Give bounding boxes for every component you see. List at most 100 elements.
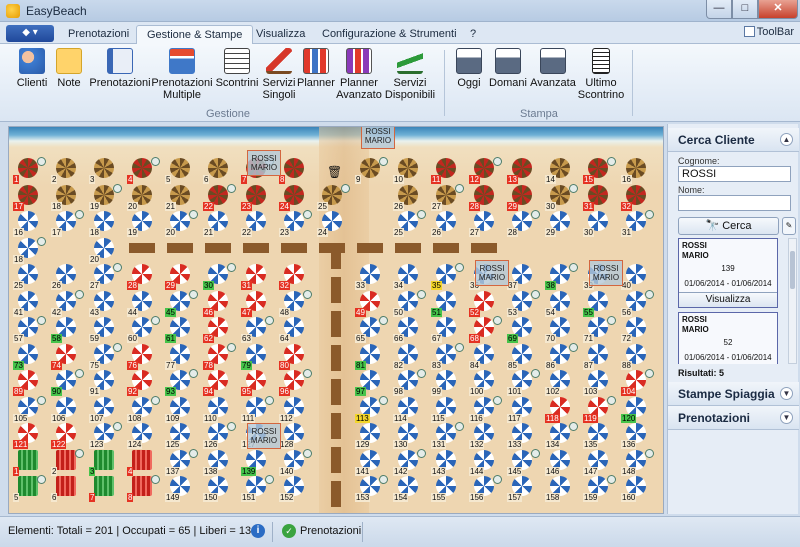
beach-spot[interactable]: 20 [163,210,201,237]
beach-spot[interactable]: 84 [467,343,505,370]
beach-spot[interactable]: 33 [353,263,391,290]
chevron-up-icon[interactable]: ▲ [780,133,793,146]
status-prenotazioni[interactable]: Prenotazioni [300,525,361,537]
beach-spot[interactable]: 63 [239,316,277,343]
beach-spot[interactable]: 99 [429,369,467,396]
beach-spot[interactable]: 23 [239,184,277,211]
beach-spot[interactable]: 7 [87,475,125,502]
beach-spot[interactable]: 28 [467,184,505,211]
beach-spot[interactable]: 37 [505,263,543,290]
beach-spot[interactable]: 50 [391,289,429,317]
beach-spot[interactable]: 19 [125,210,163,237]
beach-spot[interactable]: 12 [467,157,505,184]
info-icon[interactable]: i [251,524,265,538]
beach-spot[interactable]: 89 [11,369,49,396]
results-scrollbar[interactable] [788,238,797,364]
beach-spot[interactable]: 110 [201,396,239,423]
beach-spot[interactable]: 160 [619,475,657,502]
beach-spot[interactable]: 125 [163,422,201,449]
beach-spot[interactable]: 126 [201,422,239,449]
beach-spot[interactable]: 79 [239,343,277,370]
beach-spot[interactable]: 29 [505,184,543,211]
beach-spot[interactable]: 121 [11,422,49,449]
beach-spot[interactable]: 113 [353,395,391,423]
beach-spot[interactable]: 67 [429,316,467,343]
beach-spot[interactable]: 9 [353,157,391,184]
beach-spot[interactable]: 78 [201,342,239,370]
cerca-cliente-header[interactable]: Cerca Cliente ▲ [668,128,799,152]
beach-spot[interactable]: 31 [619,210,657,237]
beach-spot[interactable]: 85 [505,343,543,370]
beach-spot[interactable]: 81 [353,343,391,370]
beach-spot[interactable]: 5 [163,157,201,184]
beach-spot[interactable]: 25 [391,210,429,237]
beach-spot[interactable]: 57 [11,316,49,343]
beach-spot[interactable]: 22 [239,210,277,237]
chevron-down-icon[interactable]: ▼ [780,411,793,424]
beach-spot[interactable]: 93 [163,369,201,396]
beach-spot[interactable]: 123 [87,422,125,449]
beach-spot[interactable]: 119 [581,395,619,423]
clear-search-button[interactable]: ✎ [782,217,796,235]
tab-configurazione-strumenti[interactable]: Configurazione & Strumenti [312,25,467,44]
beach-spot[interactable]: 40 [619,263,657,290]
beach-spot[interactable]: 17 [49,210,87,237]
beach-spot[interactable]: 122 [49,422,87,449]
beach-spot[interactable]: 18 [49,184,87,211]
beach-spot[interactable]: 60 [125,316,163,343]
beach-spot[interactable]: 143 [429,449,467,476]
beach-spot[interactable]: 105 [11,395,49,423]
planner-avanzato-button[interactable]: Planner Avanzato [334,48,384,101]
beach-spot[interactable]: 137 [163,448,201,476]
beach-spot[interactable]: 56 [619,289,657,317]
beach-spot[interactable]: 120 [619,396,657,423]
beach-spot[interactable]: 130 [391,422,429,449]
beach-spot[interactable]: 135 [581,422,619,449]
beach-spot[interactable]: 108 [125,395,163,423]
beach-spot[interactable]: 75 [87,342,125,370]
beach-spot[interactable]: 152 [277,475,315,502]
beach-spot[interactable]: 128 [277,422,315,449]
beach-spot[interactable]: 54 [543,290,581,317]
beach-spot[interactable]: 66 [391,316,429,343]
beach-spot[interactable]: 157 [505,475,543,502]
beach-spot[interactable]: 115 [429,396,467,423]
beach-spot[interactable]: 55 [581,290,619,317]
beach-spot[interactable]: 53 [505,289,543,317]
beach-spot[interactable]: 29 [543,210,581,237]
beach-spot[interactable]: 62 [201,316,239,343]
beach-spot[interactable]: 58 [49,316,87,343]
beach-spot[interactable]: 13 [505,157,543,184]
beach-spot[interactable]: 124 [125,422,163,449]
name-input[interactable] [678,195,791,211]
beach-spot[interactable]: 96 [277,369,315,396]
beach-spot[interactable]: 1 [11,449,49,476]
customer-tag[interactable]: ROSSI MARIO [589,260,623,286]
beach-spot[interactable]: 31 [581,184,619,211]
search-button[interactable]: 🔭 Cerca [678,217,779,235]
tab-prenotazioni[interactable]: Prenotazioni [58,25,139,44]
beach-spot[interactable]: 2 [49,157,87,184]
beach-spot[interactable]: 69 [505,316,543,343]
beach-spot[interactable]: 4 [125,449,163,476]
beach-spot[interactable]: 18 [11,236,49,264]
customer-tag[interactable]: ROSSI MARIO [475,260,509,286]
beach-spot[interactable]: 103 [581,369,619,396]
beach-spot[interactable]: 31 [239,263,277,290]
beach-spot[interactable]: 145 [505,448,543,476]
beach-spot[interactable]: 134 [543,422,581,449]
beach-spot[interactable]: 76 [125,343,163,370]
minimize-button[interactable]: — [706,0,732,19]
beach-spot[interactable]: 27 [429,183,467,211]
beach-spot[interactable]: 97 [353,369,391,396]
beach-spot[interactable]: 59 [87,316,125,343]
beach-spot[interactable]: 118 [543,396,581,423]
beach-spot[interactable]: 30 [581,210,619,237]
beach-spot[interactable]: 138 [201,449,239,476]
beach-spot[interactable]: 141 [353,449,391,476]
beach-spot[interactable]: 140 [277,448,315,476]
application-menu-button[interactable]: ◆ ▾ [6,25,54,42]
beach-spot[interactable]: 52 [467,290,505,317]
beach-spot[interactable]: 104 [619,369,657,396]
beach-spot[interactable]: 153 [353,475,391,502]
